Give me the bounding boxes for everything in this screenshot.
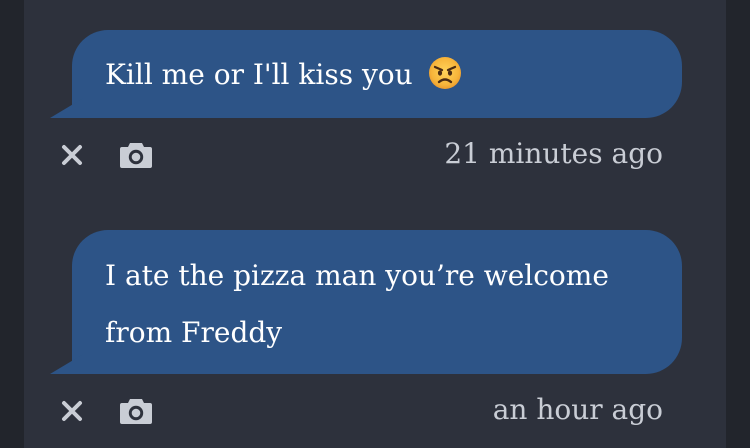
bubble-tail xyxy=(50,348,84,374)
message-bubble[interactable]: I ate the pizza man you’re welcome from … xyxy=(72,230,682,374)
message-text-line: I ate the pizza man you’re welcome xyxy=(105,259,609,292)
close-icon[interactable] xyxy=(54,138,90,172)
message-timestamp: 21 minutes ago xyxy=(444,137,663,170)
camera-icon[interactable] xyxy=(118,394,154,428)
message-actions: 21 minutes ago xyxy=(24,118,726,190)
angry-face-icon xyxy=(428,52,462,89)
message-bubble[interactable]: Kill me or I'll kiss you xyxy=(72,30,682,118)
message-item: Kill me or I'll kiss you 21 minutes ago xyxy=(24,30,726,190)
close-icon[interactable] xyxy=(54,394,90,428)
message-text-line: from Freddy xyxy=(105,316,283,349)
message-list: Kill me or I'll kiss you 21 minutes ago … xyxy=(24,0,726,448)
camera-icon[interactable] xyxy=(118,138,154,172)
message-actions: an hour ago xyxy=(24,374,726,446)
message-text: Kill me or I'll kiss you xyxy=(105,58,413,91)
message-item: I ate the pizza man you’re welcome from … xyxy=(24,230,726,446)
message-timestamp: an hour ago xyxy=(492,393,663,426)
bubble-tail xyxy=(50,92,84,118)
